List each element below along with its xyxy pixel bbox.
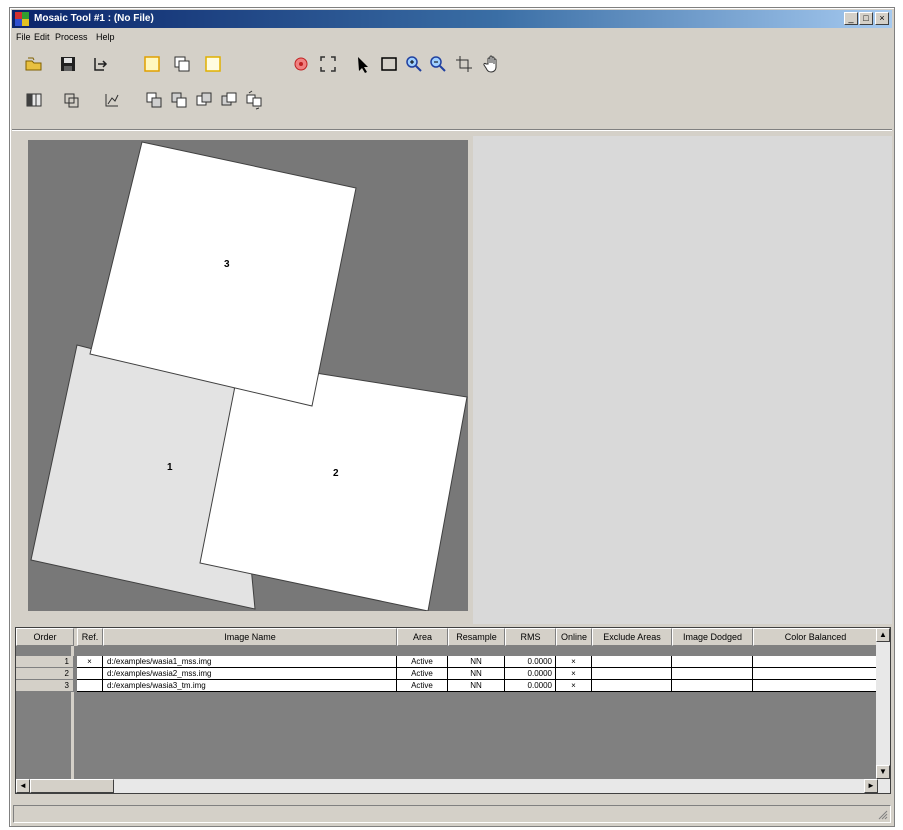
- horizontal-scrollbar[interactable]: ◄ ►: [16, 779, 878, 793]
- table-header: Order Ref. Image Name Area Resample RMS …: [16, 628, 890, 646]
- row-color-balanced[interactable]: [753, 656, 878, 668]
- column-header-resample[interactable]: Resample: [448, 628, 505, 646]
- save-icon[interactable]: [58, 54, 78, 74]
- order-reverse-icon[interactable]: [244, 90, 264, 110]
- row-rms: 0.0000: [505, 656, 556, 668]
- column-header-rms[interactable]: RMS: [505, 628, 556, 646]
- select-frame-icon[interactable]: [142, 54, 162, 74]
- column-header-ref[interactable]: Ref.: [77, 628, 103, 646]
- blank-frame-icon[interactable]: [203, 54, 223, 74]
- horizontal-scroll-thumb[interactable]: [30, 779, 114, 793]
- image-label-2: 2: [333, 468, 339, 479]
- import-icon[interactable]: [90, 54, 110, 74]
- overlap-icon[interactable]: [62, 90, 82, 110]
- row-ref[interactable]: ×: [77, 656, 103, 668]
- crop-icon[interactable]: [454, 54, 474, 74]
- row-exclude-areas[interactable]: [592, 656, 672, 668]
- vertical-scrollbar[interactable]: ▲ ▼: [876, 628, 890, 793]
- row-image-dodged[interactable]: [672, 680, 753, 692]
- table-row[interactable]: 3 d:/examples/wasia3_tm.img Active NN 0.…: [16, 680, 890, 692]
- menu-help[interactable]: Help: [96, 32, 115, 42]
- image-label-3: 3: [224, 259, 230, 270]
- canvas-right-panel: [473, 136, 892, 624]
- row-order: 2: [16, 668, 74, 680]
- row-ref[interactable]: [77, 668, 103, 680]
- row-color-balanced[interactable]: [753, 680, 878, 692]
- zoom-in-icon[interactable]: [404, 54, 424, 74]
- row-color-balanced[interactable]: [753, 668, 878, 680]
- row-area[interactable]: Active: [397, 656, 448, 668]
- pointer-icon[interactable]: [354, 54, 374, 74]
- title-bar[interactable]: Mosaic Tool #1 : (No File) _ □ ×: [12, 10, 892, 28]
- row-ref[interactable]: [77, 680, 103, 692]
- image-label-1: 1: [167, 462, 173, 473]
- mosaic-canvas[interactable]: 1 2 3: [28, 140, 468, 611]
- row-order: 1: [16, 656, 74, 668]
- scroll-up-button[interactable]: ▲: [876, 628, 890, 642]
- row-resample[interactable]: NN: [448, 656, 505, 668]
- mosaic-tool-window: Mosaic Tool #1 : (No File) _ □ × File Ed…: [9, 7, 895, 827]
- resize-grip-icon[interactable]: [876, 808, 888, 820]
- row-rms: 0.0000: [505, 680, 556, 692]
- row-rms: 0.0000: [505, 668, 556, 680]
- column-header-order[interactable]: Order: [16, 628, 74, 646]
- table-row[interactable]: 1 × d:/examples/wasia1_mss.img Active NN…: [16, 656, 890, 668]
- window-title: Mosaic Tool #1 : (No File): [34, 13, 154, 24]
- row-image-dodged[interactable]: [672, 668, 753, 680]
- row-online[interactable]: ×: [556, 668, 592, 680]
- secondary-toolbar: [14, 90, 890, 118]
- row-order: 3: [16, 680, 74, 692]
- marquee-icon[interactable]: [379, 54, 399, 74]
- column-header-image-dodged[interactable]: Image Dodged: [672, 628, 753, 646]
- row-area[interactable]: Active: [397, 680, 448, 692]
- column-header-image-name[interactable]: Image Name: [103, 628, 397, 646]
- minimize-button[interactable]: _: [844, 12, 858, 25]
- column-header-online[interactable]: Online: [556, 628, 592, 646]
- menu-process[interactable]: Process: [55, 32, 88, 42]
- row-resample[interactable]: NN: [448, 668, 505, 680]
- cutline-icon[interactable]: [102, 90, 122, 110]
- menu-edit[interactable]: Edit: [34, 32, 50, 42]
- zoom-out-icon[interactable]: [428, 54, 448, 74]
- column-header-exclude-areas[interactable]: Exclude Areas: [592, 628, 672, 646]
- row-image-name[interactable]: d:/examples/wasia3_tm.img: [103, 680, 397, 692]
- pan-hand-icon[interactable]: [482, 54, 502, 74]
- order-front-icon[interactable]: [144, 90, 164, 110]
- row-online[interactable]: ×: [556, 656, 592, 668]
- image-list-table: Order Ref. Image Name Area Resample RMS …: [15, 627, 891, 794]
- open-folder-icon[interactable]: [24, 54, 44, 74]
- row-area[interactable]: Active: [397, 668, 448, 680]
- scroll-right-button[interactable]: ►: [864, 779, 878, 793]
- main-toolbar: [14, 54, 890, 82]
- column-header-color-balanced[interactable]: Color Balanced: [753, 628, 878, 646]
- scroll-left-button[interactable]: ◄: [16, 779, 30, 793]
- row-exclude-areas[interactable]: [592, 668, 672, 680]
- row-image-name[interactable]: d:/examples/wasia2_mss.img: [103, 668, 397, 680]
- status-bar: [13, 805, 891, 823]
- column-header-area[interactable]: Area: [397, 628, 448, 646]
- order-forward-icon[interactable]: [169, 90, 189, 110]
- order-backward-icon[interactable]: [194, 90, 214, 110]
- menu-bar: File Edit Process Help: [12, 30, 892, 46]
- mosaic-app-icon: [15, 12, 29, 26]
- grid-view-icon[interactable]: [24, 90, 44, 110]
- menu-file[interactable]: File: [16, 32, 31, 42]
- scroll-down-button[interactable]: ▼: [876, 765, 890, 779]
- table-row[interactable]: 2 d:/examples/wasia2_mss.img Active NN 0…: [16, 668, 890, 680]
- row-resample[interactable]: NN: [448, 680, 505, 692]
- maximize-button[interactable]: □: [859, 12, 873, 25]
- compass-icon[interactable]: [291, 54, 311, 74]
- row-image-name[interactable]: d:/examples/wasia1_mss.img: [103, 656, 397, 668]
- order-back-icon[interactable]: [219, 90, 239, 110]
- close-button[interactable]: ×: [875, 12, 889, 25]
- toolbar-separator: [12, 129, 892, 131]
- row-online[interactable]: ×: [556, 680, 592, 692]
- row-image-dodged[interactable]: [672, 656, 753, 668]
- fit-extent-icon[interactable]: [318, 54, 338, 74]
- row-exclude-areas[interactable]: [592, 680, 672, 692]
- copy-frame-icon[interactable]: [172, 54, 192, 74]
